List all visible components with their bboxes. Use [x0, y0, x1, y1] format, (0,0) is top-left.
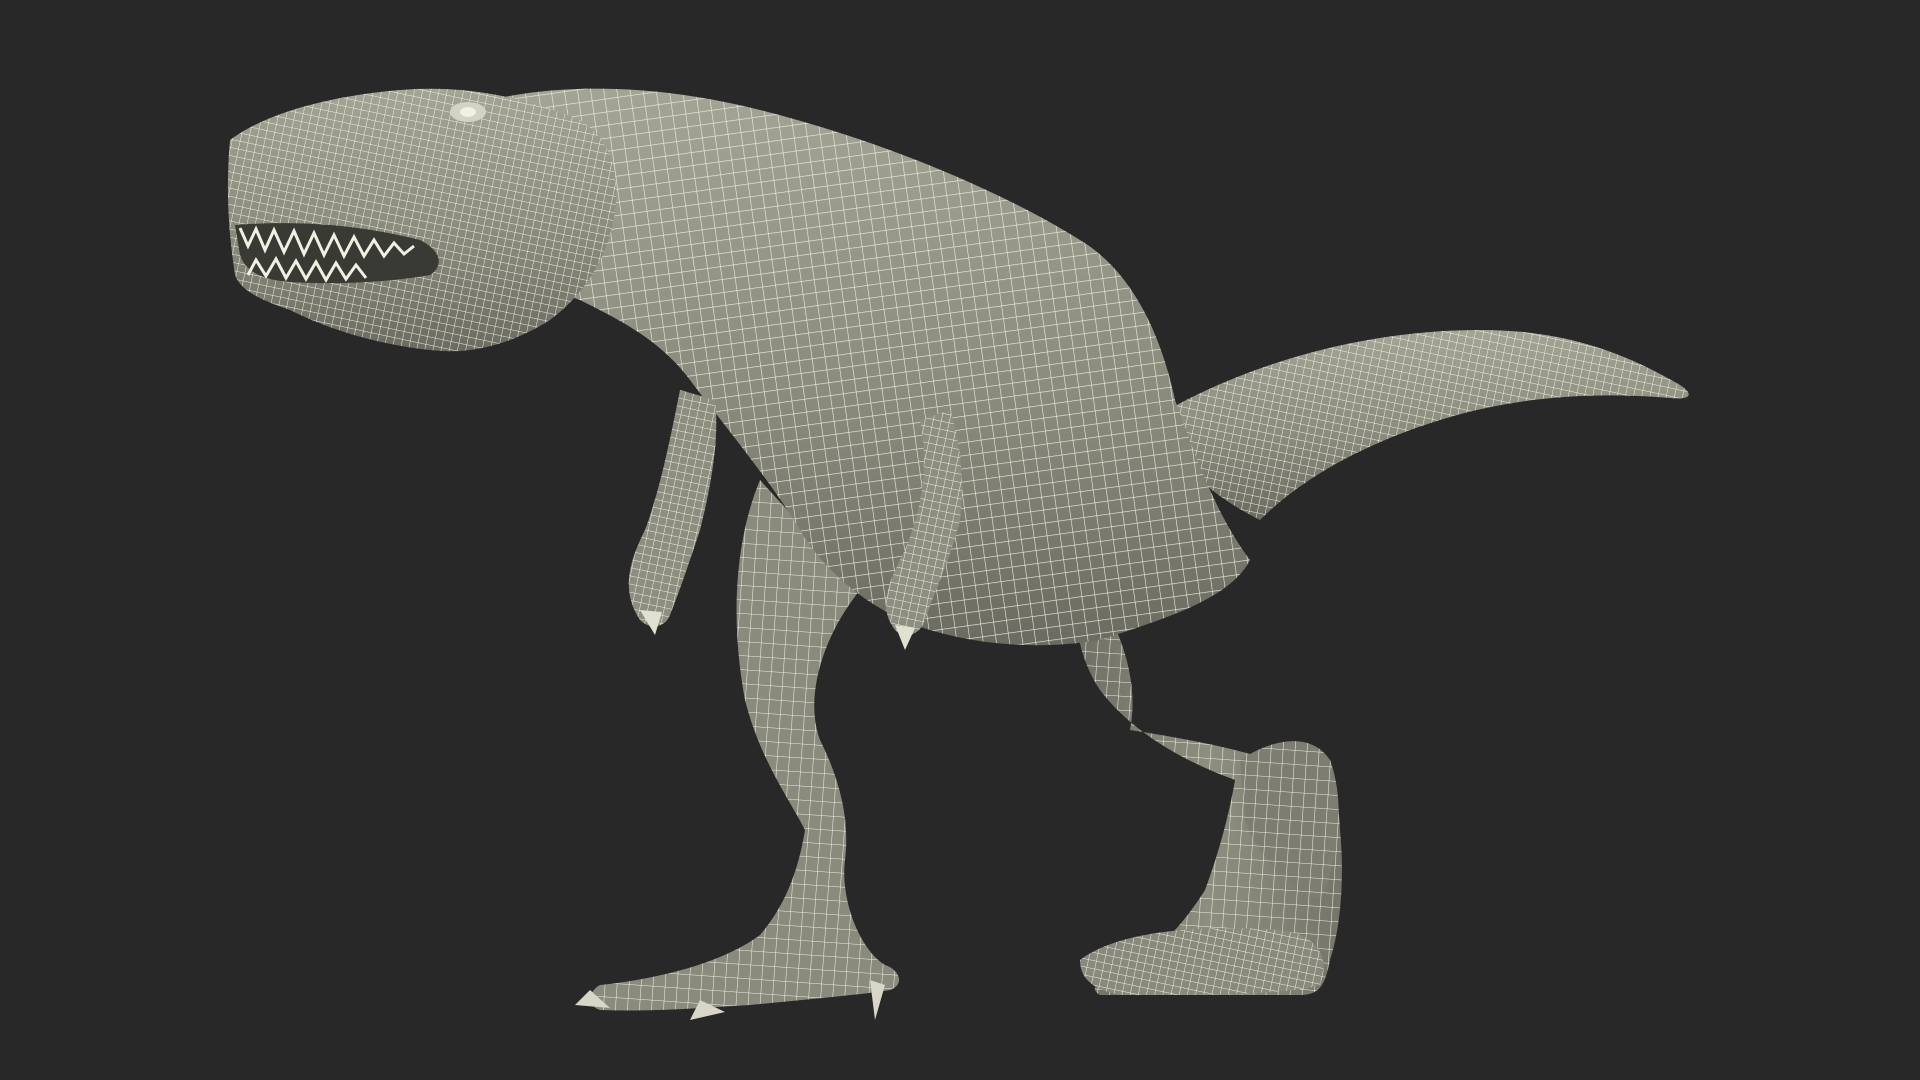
head: [227, 88, 617, 352]
trex-wireframe-render: [227, 88, 1689, 1020]
near-foot: [1080, 928, 1324, 995]
tail: [1150, 330, 1689, 520]
render-viewport: [0, 0, 1920, 1080]
